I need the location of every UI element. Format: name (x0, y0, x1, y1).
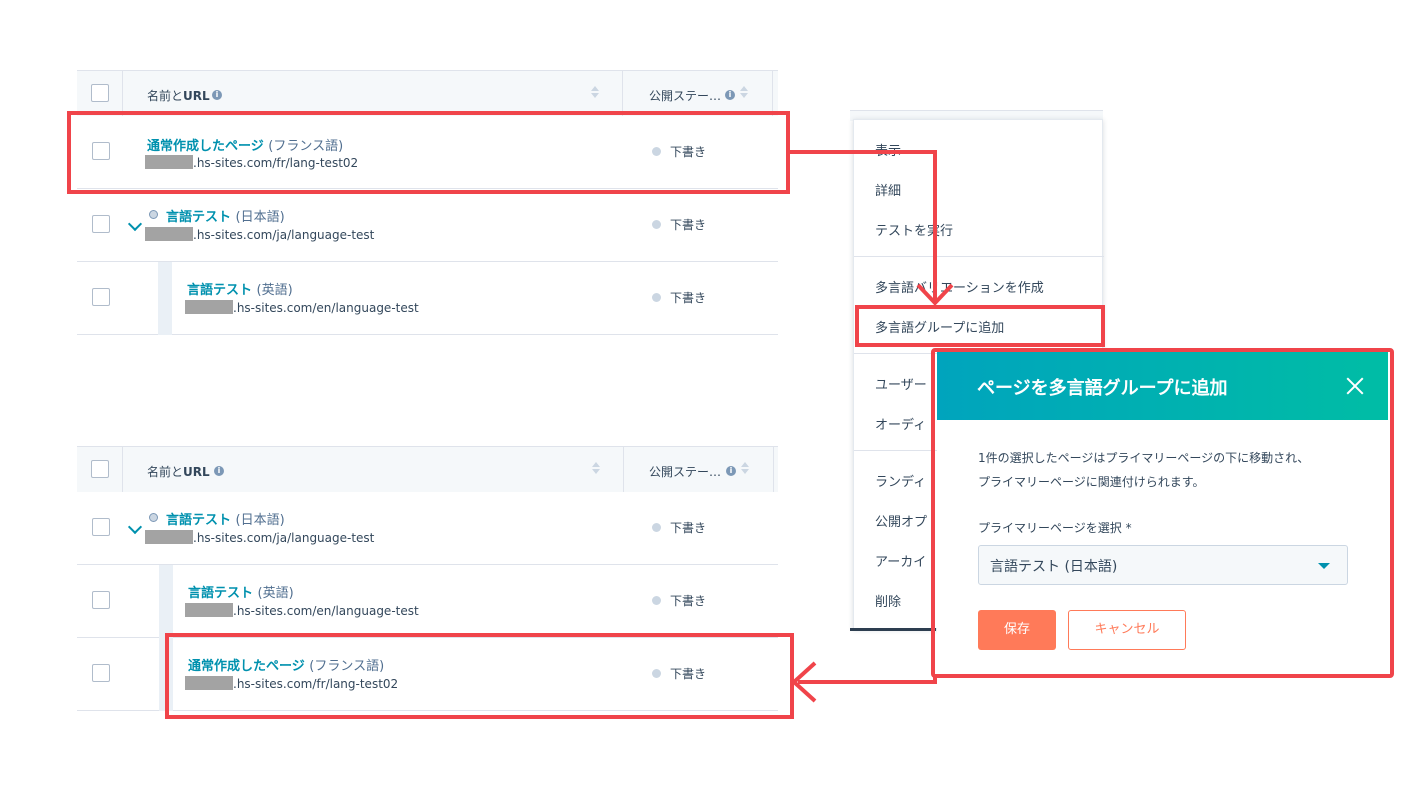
page-url-text: .hs-sites.com/en/language-test (233, 301, 419, 315)
child-indent-bar (159, 565, 173, 638)
row-checkbox[interactable] (92, 215, 110, 233)
table-row[interactable]: 言語テスト (日本語) .hs-sites.com/ja/language-te… (77, 189, 778, 262)
redacted-domain (145, 530, 193, 544)
page-language: (日本語) (235, 210, 285, 225)
row-checkbox[interactable] (92, 518, 110, 536)
column-separator (773, 447, 774, 492)
column-status[interactable]: 公開ステー… (649, 463, 721, 480)
status-dot-icon (652, 220, 661, 229)
menu-item-archive[interactable]: アーカイ (875, 551, 926, 570)
menu-item-create-language-variation[interactable]: 多言語バリエーションを作成 (875, 277, 1044, 296)
column-separator (622, 71, 623, 116)
status-dot-icon (652, 596, 661, 605)
page-title-link[interactable]: 言語テスト (日本語) (166, 509, 285, 528)
page-title-link[interactable]: 言語テスト (英語) (188, 582, 294, 601)
menu-item-delete[interactable]: 削除 (875, 591, 901, 610)
column-name-url[interactable]: 名前とURL (147, 463, 210, 480)
page-url: .hs-sites.com/ja/language-test (145, 227, 374, 242)
highlight-box-menu-item (855, 305, 1105, 347)
info-icon[interactable]: i (726, 466, 736, 476)
page-title-text: 言語テスト (188, 586, 254, 601)
page-url-text: .hs-sites.com/ja/language-test (193, 228, 375, 242)
highlight-box-dialog (931, 348, 1394, 678)
column-status[interactable]: 公開ステー… (649, 87, 721, 104)
status-text: 下書き (670, 594, 707, 608)
table-header: 名前とURL i 公開ステー… i (77, 446, 778, 493)
arrow-head-down-icon (916, 283, 954, 306)
menu-item-publish-options[interactable]: 公開オプ (875, 511, 927, 530)
redacted-domain (185, 603, 233, 617)
page-title-text: 言語テスト (187, 283, 253, 298)
child-indent-bar (158, 262, 172, 335)
globe-icon (149, 513, 158, 522)
chevron-down-icon[interactable] (127, 519, 143, 535)
row-checkbox[interactable] (92, 664, 110, 682)
page-title-text: 言語テスト (166, 513, 232, 528)
status-dot-icon (652, 523, 661, 532)
chevron-down-icon[interactable] (127, 216, 143, 232)
status-text: 下書き (670, 291, 707, 305)
page-url: .hs-sites.com/ja/language-test (145, 530, 374, 545)
menu-item-users[interactable]: ユーザー (875, 374, 927, 393)
column-name-label: 名前と (147, 89, 184, 103)
table-row[interactable]: 言語テスト (英語) .hs-sites.com/en/language-tes… (77, 262, 778, 335)
page-language: (英語) (256, 283, 293, 298)
column-url-label: URL (183, 465, 210, 479)
table-row[interactable]: 言語テスト (英語) .hs-sites.com/en/language-tes… (77, 565, 778, 638)
menu-item-landing[interactable]: ランディ (875, 471, 926, 490)
page-url-text: .hs-sites.com/en/language-test (233, 604, 419, 618)
status-dot-icon (652, 293, 661, 302)
column-separator (623, 447, 624, 492)
select-all-checkbox[interactable] (91, 460, 109, 478)
menu-item-details[interactable]: 詳細 (875, 180, 901, 199)
column-separator (772, 71, 773, 116)
column-name-url[interactable]: 名前とURL (147, 87, 210, 104)
page-url: .hs-sites.com/en/language-test (185, 603, 419, 618)
column-name-label: 名前と (147, 465, 184, 479)
table-row[interactable]: 言語テスト (日本語) .hs-sites.com/ja/language-te… (77, 492, 778, 565)
redacted-domain (145, 227, 193, 241)
page-language: (英語) (257, 586, 294, 601)
arrow-line (933, 150, 937, 300)
sort-icon[interactable] (741, 461, 749, 475)
page-title-link[interactable]: 言語テスト (日本語) (166, 206, 285, 225)
info-icon[interactable]: i (214, 466, 224, 476)
arrow-line (790, 150, 937, 154)
page-title-link[interactable]: 言語テスト (英語) (187, 279, 293, 298)
row-checkbox[interactable] (92, 288, 110, 306)
table-header: 名前とURL i 公開ステー… i (77, 70, 778, 117)
highlight-box-source-row (67, 111, 790, 194)
sort-icon[interactable] (591, 85, 599, 99)
menu-item-audience[interactable]: オーディ (875, 414, 926, 433)
header-checkbox-cell (77, 71, 123, 116)
page-url-text: .hs-sites.com/ja/language-test (193, 531, 375, 545)
menu-item-run-test[interactable]: テストを実行 (875, 220, 953, 239)
sort-icon[interactable] (740, 85, 748, 99)
status-text: 下書き (670, 218, 707, 232)
arrow-head-left-icon (791, 661, 817, 703)
arrow-line (798, 680, 937, 684)
sort-icon[interactable] (592, 461, 600, 475)
menu-divider (854, 256, 1104, 257)
select-all-checkbox[interactable] (91, 84, 109, 102)
page-language: (日本語) (235, 513, 285, 528)
status-text: 下書き (670, 521, 707, 535)
header-checkbox-cell (77, 447, 123, 492)
info-icon[interactable]: i (212, 90, 222, 100)
column-url-label: URL (183, 89, 210, 103)
page-url: .hs-sites.com/en/language-test (185, 300, 419, 315)
info-icon[interactable]: i (725, 90, 735, 100)
highlight-box-result-row (165, 633, 794, 719)
page-title-text: 言語テスト (166, 210, 232, 225)
row-checkbox[interactable] (92, 591, 110, 609)
menu-scroll-edge (850, 628, 936, 631)
redacted-domain (185, 300, 233, 314)
globe-icon (149, 210, 158, 219)
